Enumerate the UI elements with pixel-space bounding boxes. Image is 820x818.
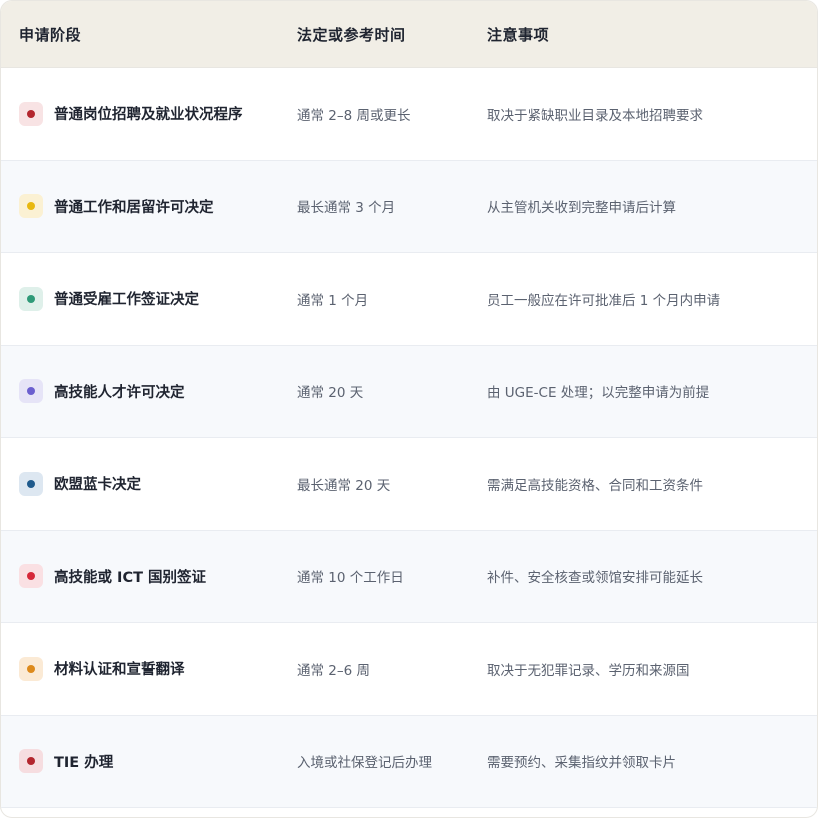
time-cell: 通常 1 个月 (297, 292, 369, 309)
time-cell: 通常 2–6 周 (297, 662, 371, 679)
time-cell: 通常 2–8 周或更长 (297, 107, 411, 124)
stage-cell: 高技能或 ICT 国别签证 (19, 564, 207, 589)
table-row: 高技能人才许可决定 通常 20 天 由 UGE-CE 处理；以完整申请为前提 (1, 345, 817, 438)
table-row: 高技能或 ICT 国别签证 通常 10 个工作日 补件、安全核查或领馆安排可能延… (1, 530, 817, 623)
stage-label: 普通受雇工作签证决定 (54, 292, 199, 309)
status-dot-icon (19, 379, 43, 404)
stage-label: 高技能人才许可决定 (54, 384, 185, 401)
stage-cell: 普通工作和居留许可决定 (19, 194, 214, 219)
table-row: 普通受雇工作签证决定 通常 1 个月 员工一般应在许可批准后 1 个月内申请 (1, 253, 817, 346)
stage-label: 普通岗位招聘及就业状况程序 (54, 107, 243, 124)
note-cell: 取决于紧缺职业目录及本地招聘要求 (487, 107, 703, 124)
stage-cell: TIE 办理 (19, 749, 114, 774)
note-cell: 需要预约、采集指纹并领取卡片 (487, 755, 676, 772)
table-row: 普通工作和居留许可决定 最长通常 3 个月 从主管机关收到完整申请后计算 (1, 160, 817, 253)
time-cell: 通常 10 个工作日 (297, 570, 404, 587)
table-row: 欧盟蓝卡决定 最长通常 20 天 需满足高技能资格、合同和工资条件 (1, 438, 817, 531)
stage-cell: 材料认证和宣誓翻译 (19, 656, 185, 681)
table-row: TIE 办理 入境或社保登记后办理 需要预约、采集指纹并领取卡片 (1, 715, 817, 808)
header-stage: 申请阶段 (19, 25, 82, 44)
time-cell: 最长通常 3 个月 (297, 200, 396, 217)
time-cell: 最长通常 20 天 (297, 477, 391, 494)
timeline-table: 申请阶段 法定或参考时间 注意事项 普通岗位招聘及就业状况程序 通常 2–8 周… (0, 0, 818, 818)
table-row: 材料认证和宣誓翻译 通常 2–6 周 取决于无犯罪记录、学历和来源国 (1, 623, 817, 716)
note-cell: 取决于无犯罪记录、学历和来源国 (487, 662, 690, 679)
time-cell: 通常 20 天 (297, 385, 364, 402)
stage-label: 欧盟蓝卡决定 (54, 477, 141, 494)
stage-cell: 普通受雇工作签证决定 (19, 286, 199, 311)
note-cell: 由 UGE-CE 处理；以完整申请为前提 (487, 385, 710, 402)
status-dot-icon (19, 564, 43, 589)
status-dot-icon (19, 286, 43, 311)
stage-cell: 欧盟蓝卡决定 (19, 471, 141, 496)
stage-label: TIE 办理 (54, 754, 114, 771)
status-dot-icon (19, 101, 43, 126)
status-dot-icon (19, 471, 43, 496)
status-dot-icon (19, 749, 43, 774)
status-dot-icon (19, 194, 43, 219)
stage-label: 高技能或 ICT 国别签证 (54, 569, 207, 586)
header-time: 法定或参考时间 (297, 25, 406, 44)
note-cell: 员工一般应在许可批准后 1 个月内申请 (487, 292, 721, 309)
stage-label: 材料认证和宣誓翻译 (54, 662, 185, 679)
status-dot-icon (19, 656, 43, 681)
table-header: 申请阶段 法定或参考时间 注意事项 (1, 1, 817, 68)
note-cell: 从主管机关收到完整申请后计算 (487, 200, 676, 217)
stage-cell: 高技能人才许可决定 (19, 379, 185, 404)
stage-label: 普通工作和居留许可决定 (54, 199, 214, 216)
table-row: 普通岗位招聘及就业状况程序 通常 2–8 周或更长 取决于紧缺职业目录及本地招聘… (1, 68, 817, 161)
table-body: 普通岗位招聘及就业状况程序 通常 2–8 周或更长 取决于紧缺职业目录及本地招聘… (1, 68, 817, 808)
note-cell: 需满足高技能资格、合同和工资条件 (487, 477, 703, 494)
header-note: 注意事项 (487, 25, 550, 44)
stage-cell: 普通岗位招聘及就业状况程序 (19, 101, 243, 126)
note-cell: 补件、安全核查或领馆安排可能延长 (487, 570, 703, 587)
time-cell: 入境或社保登记后办理 (297, 755, 432, 772)
